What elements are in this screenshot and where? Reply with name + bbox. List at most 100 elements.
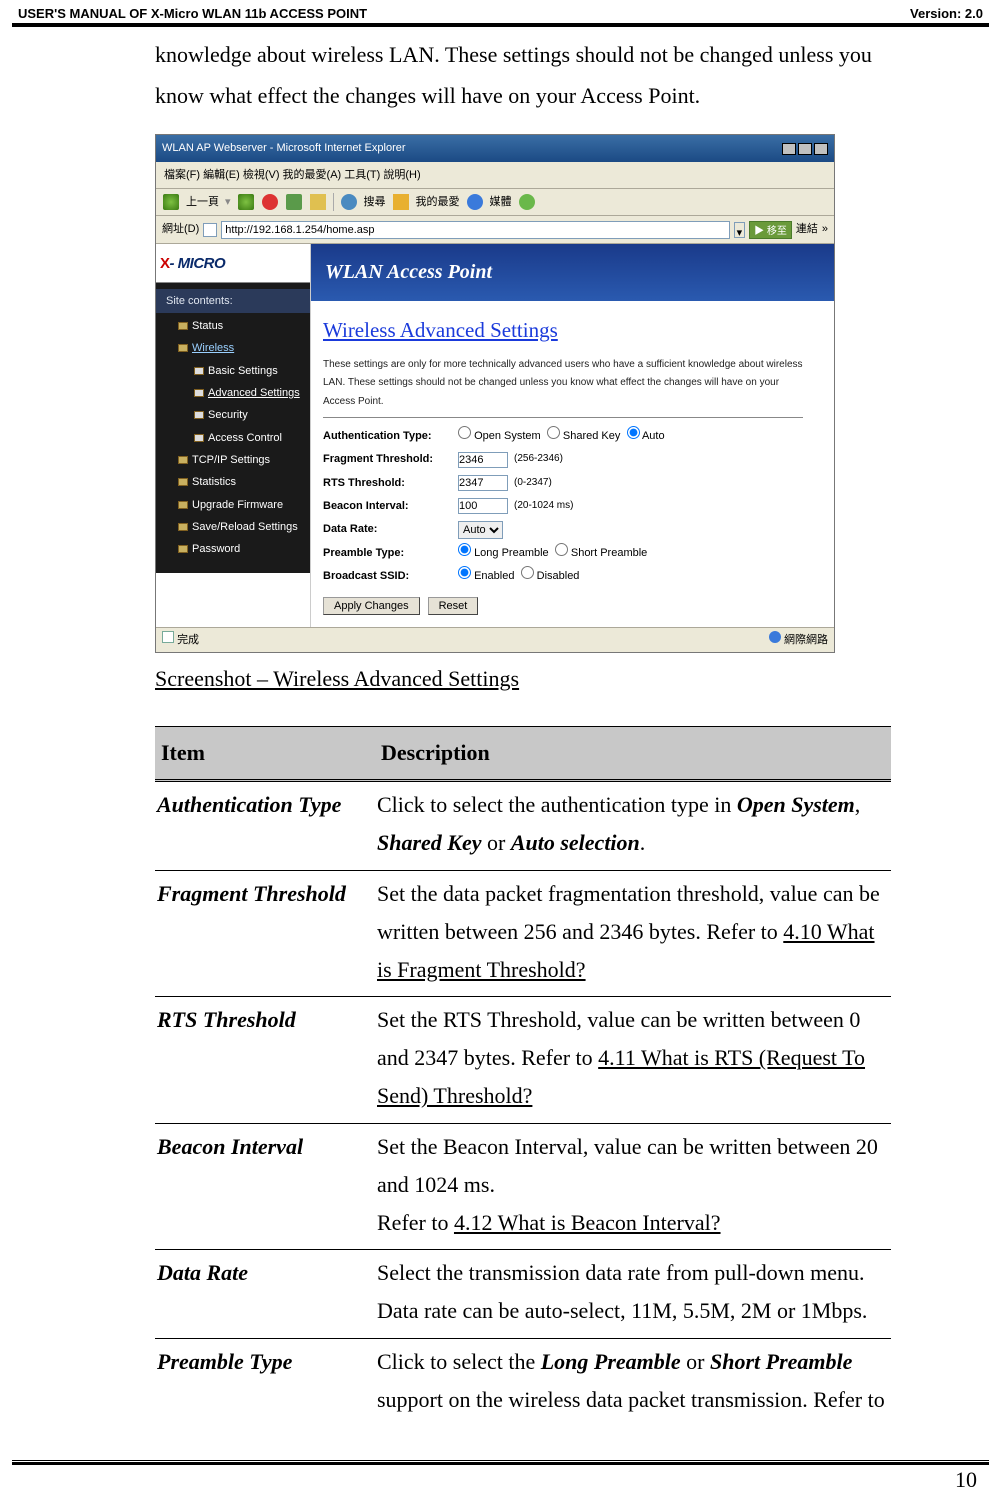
panel-note: These settings are only for more technic… [323,356,803,419]
page-icon [194,411,204,419]
maximize-icon[interactable] [798,143,812,155]
th-desc: Description [375,726,891,781]
frag-label: Fragment Threshold: [323,449,458,469]
screenshot-caption: Screenshot – Wireless Advanced Settings [155,659,891,700]
rate-select[interactable]: Auto [458,521,503,539]
auth-auto[interactable]: Auto [627,426,665,446]
media-icon[interactable] [466,193,484,211]
folder-icon [178,456,188,464]
sidebar-item-upgrade[interactable]: Upgrade Firmware [178,494,310,516]
desc-cell: Select the transmission data rate from p… [375,1250,891,1339]
status-net: 網際網路 [784,634,828,646]
doc-header-right: Version: 2.0 [910,6,983,21]
folder-icon [178,322,188,330]
address-label: 網址(D) [162,219,199,239]
table-row: Data Rate Select the transmission data r… [155,1250,891,1339]
rate-label: Data Rate: [323,519,458,539]
address-input[interactable] [221,221,729,239]
page-icon [194,434,204,442]
desc-cell: Set the data packet fragmentation thresh… [375,870,891,996]
table-row: Beacon Interval Set the Beacon Interval,… [155,1123,891,1249]
auth-open[interactable]: Open System [458,426,541,446]
sidebar-item-advanced[interactable]: Advanced Settings [194,382,310,404]
sidebar-item-password[interactable]: Password [178,538,310,560]
beacon-input[interactable] [458,498,508,514]
page-icon [194,389,204,397]
table-row: RTS Threshold Set the RTS Threshold, val… [155,997,891,1123]
beacon-label: Beacon Interval: [323,496,458,516]
back-label[interactable]: 上一頁 [186,192,219,212]
internet-icon [769,631,781,643]
item-cell: Beacon Interval [155,1123,375,1249]
preamble-long[interactable]: Long Preamble [458,543,549,563]
sidebar-item-access[interactable]: Access Control [194,427,310,449]
back-icon[interactable] [162,193,180,211]
definition-table: Item Description Authentication Type Cli… [155,726,891,1427]
intro-paragraph: knowledge about wireless LAN. These sett… [155,35,891,116]
sidebar-item-tcpip[interactable]: TCP/IP Settings [178,449,310,471]
home-icon[interactable] [309,193,327,211]
item-cell: Fragment Threshold [155,870,375,996]
search-icon[interactable] [340,193,358,211]
bssid-enabled[interactable]: Enabled [458,566,514,586]
close-icon[interactable] [814,143,828,155]
preamble-short[interactable]: Short Preamble [555,543,648,563]
rts-input[interactable] [458,475,508,491]
sidebar-item-status[interactable]: Status [178,315,310,337]
history-icon[interactable] [518,193,536,211]
refresh-icon[interactable] [285,193,303,211]
bssid-disabled[interactable]: Disabled [521,566,580,586]
status-done-icon [162,631,174,643]
search-label[interactable]: 搜尋 [364,192,386,212]
go-button[interactable]: ▶ 移至 [749,221,792,239]
stop-icon[interactable] [261,193,279,211]
table-row: Authentication Type Click to select the … [155,781,891,871]
page-icon [194,367,204,375]
favorites-label[interactable]: 我的最愛 [416,192,460,212]
sidebar-item-statistics[interactable]: Statistics [178,471,310,493]
preamble-label: Preamble Type: [323,543,458,563]
table-row: Preamble Type Click to select the Long P… [155,1338,891,1426]
table-row: Fragment Threshold Set the data packet f… [155,870,891,996]
page-number: 10 [955,1467,977,1493]
footer-rule-thick [12,1462,989,1465]
footer-rule-thin [12,1460,989,1461]
link-beacon[interactable]: 4.12 What is Beacon Interval? [454,1210,721,1235]
brand-logo: XX- MICRO- MICRO [156,244,310,283]
sidebar-item-basic[interactable]: Basic Settings [194,360,310,382]
minimize-icon[interactable] [782,143,796,155]
desc-cell: Set the Beacon Interval, value can be wr… [375,1123,891,1249]
screenshot-window: WLAN AP Webserver - Microsoft Internet E… [155,134,835,652]
item-cell: Authentication Type [155,781,375,871]
bssid-label: Broadcast SSID: [323,566,458,586]
frag-hint: (256-2346) [514,450,563,469]
hero-title: WLAN Access Point [311,244,834,301]
window-title: WLAN AP Webserver - Microsoft Internet E… [162,138,406,158]
item-cell: RTS Threshold [155,997,375,1123]
links-label[interactable]: 連結 [796,219,818,239]
apply-button[interactable]: Apply Changes [323,597,420,615]
sidebar-item-wireless[interactable]: Wireless [178,337,310,359]
sidebar-item-security[interactable]: Security [194,404,310,426]
doc-header-left: USER'S MANUAL OF X-Micro WLAN 11b ACCESS… [18,6,367,21]
menu-bar[interactable]: 檔案(F) 編輯(E) 檢視(V) 我的最愛(A) 工具(T) 說明(H) [156,162,834,189]
media-label[interactable]: 媒體 [490,192,512,212]
reset-button[interactable]: Reset [428,597,479,615]
desc-cell: Set the RTS Threshold, value can be writ… [375,997,891,1123]
desc-cell: Click to select the authentication type … [375,781,891,871]
toolbar: 上一頁 ▾ 搜尋 我的最愛 媒體 [156,189,834,216]
sidebar-item-save[interactable]: Save/Reload Settings [178,516,310,538]
folder-icon [178,545,188,553]
rts-label: RTS Threshold: [323,473,458,493]
favorites-icon[interactable] [392,193,410,211]
desc-cell: Click to select the Long Preamble or Sho… [375,1338,891,1426]
rts-hint: (0-2347) [514,474,552,493]
folder-icon [178,478,188,486]
forward-icon[interactable] [237,193,255,211]
folder-icon [178,523,188,531]
auth-shared[interactable]: Shared Key [547,426,621,446]
frag-input[interactable] [458,452,508,468]
folder-icon [178,344,188,352]
beacon-hint: (20-1024 ms) [514,497,573,516]
item-cell: Data Rate [155,1250,375,1339]
